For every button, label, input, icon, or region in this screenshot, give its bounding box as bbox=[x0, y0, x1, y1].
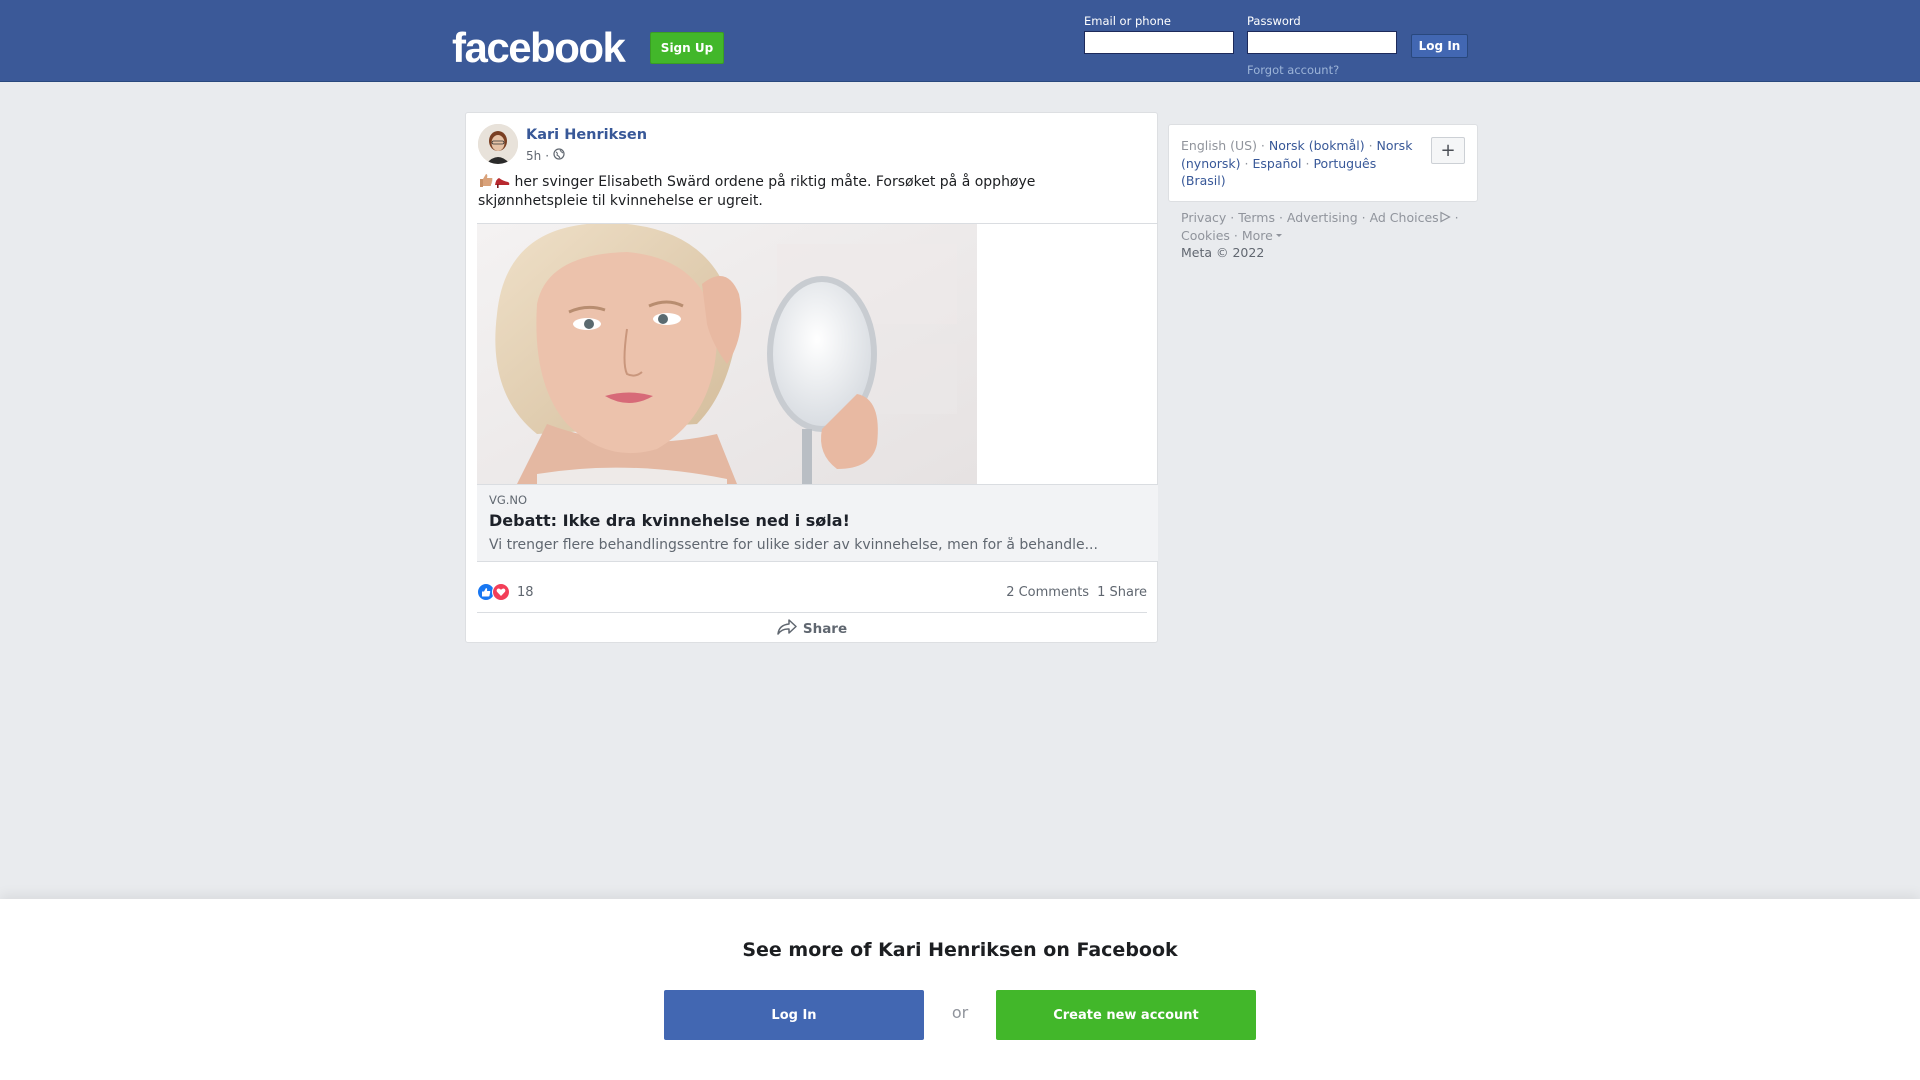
language-list: English (US) · Norsk (bokmål) · Norsk (n… bbox=[1181, 138, 1413, 188]
create-account-button[interactable]: Create new account bbox=[996, 990, 1256, 1040]
ad-choices-icon bbox=[1439, 210, 1451, 225]
post-meta: 5h · bbox=[526, 148, 565, 163]
copyright: Meta © 2022 bbox=[1181, 245, 1265, 260]
signup-button[interactable]: Sign Up bbox=[650, 32, 724, 64]
avatar[interactable] bbox=[478, 124, 518, 164]
link-description: Vi trenger flere behandlingssentre for u… bbox=[489, 537, 1098, 553]
link-preview-image[interactable] bbox=[477, 224, 977, 484]
language-current: English (US) bbox=[1181, 138, 1257, 153]
link-title[interactable]: Debatt: Ikke dra kvinnehelse ned i søla! bbox=[489, 511, 1146, 530]
shares-count[interactable]: 1 Share bbox=[1097, 585, 1147, 600]
share-button-label: Share bbox=[802, 621, 848, 637]
forgot-account-link[interactable]: Forgot account? bbox=[1247, 63, 1339, 77]
banner-title: See more of Kari Henriksen on Facebook bbox=[742, 939, 1178, 961]
share-icon bbox=[777, 619, 797, 639]
meta-separator: · bbox=[545, 148, 550, 163]
password-label: Password bbox=[1247, 14, 1301, 28]
thumbs-up-emoji-icon bbox=[478, 172, 494, 188]
post-stats: 2 Comments 1 Share bbox=[1006, 585, 1147, 600]
love-icon[interactable] bbox=[492, 583, 510, 601]
footer-link-terms[interactable]: Terms bbox=[1238, 210, 1275, 225]
login-prompt-banner: See more of Kari Henriksen on Facebook L… bbox=[0, 899, 1920, 1080]
email-block: Email or phone bbox=[1084, 14, 1234, 54]
email-label: Email or phone bbox=[1084, 14, 1171, 28]
link-preview-info[interactable]: VG.NO Debatt: Ikke dra kvinnehelse ned i… bbox=[477, 484, 1158, 562]
chevron-down-icon bbox=[1273, 228, 1283, 243]
post-author[interactable]: Kari Henriksen bbox=[526, 127, 647, 143]
globe-icon bbox=[553, 148, 565, 163]
post-card: Kari Henriksen 5h · her svinger Elisabet… bbox=[465, 112, 1158, 643]
footer-link-privacy[interactable]: Privacy bbox=[1181, 210, 1226, 225]
share-button[interactable]: Share bbox=[477, 614, 1147, 644]
reaction-count[interactable]: 18 bbox=[517, 585, 534, 600]
high-heel-emoji-icon bbox=[494, 172, 510, 188]
password-field[interactable] bbox=[1247, 31, 1397, 54]
link-domain: VG.NO bbox=[489, 493, 528, 507]
reactions-bar: 18 2 Comments 1 Share bbox=[477, 572, 1147, 613]
email-field[interactable] bbox=[1084, 31, 1234, 54]
link-preview[interactable]: VG.NO Debatt: Ikke dra kvinnehelse ned i… bbox=[477, 223, 1158, 572]
post-time[interactable]: 5h bbox=[526, 149, 541, 163]
language-option[interactable]: Norsk (bokmål) bbox=[1269, 138, 1365, 153]
password-block: Password bbox=[1247, 14, 1397, 54]
facebook-logo[interactable]: facebook bbox=[452, 24, 626, 72]
footer-link-more[interactable]: More bbox=[1242, 228, 1273, 243]
post-text: her svinger Elisabeth Swärd ordene på ri… bbox=[478, 172, 1098, 211]
post-body-text: her svinger Elisabeth Swärd ordene på ri… bbox=[478, 174, 1036, 209]
footer-links: Privacy · Terms · Advertising · Ad Choic… bbox=[1181, 210, 1459, 243]
language-option[interactable]: Español bbox=[1252, 156, 1301, 171]
footer-link-advertising[interactable]: Advertising bbox=[1287, 210, 1358, 225]
header-login-button[interactable]: Log In bbox=[1411, 34, 1468, 58]
comments-count[interactable]: 2 Comments bbox=[1006, 585, 1089, 600]
language-selector: English (US) · Norsk (bokmål) · Norsk (n… bbox=[1168, 124, 1478, 202]
footer-link-ad-choices[interactable]: Ad Choices bbox=[1370, 210, 1439, 225]
banner-login-button[interactable]: Log In bbox=[664, 990, 924, 1040]
banner-or-text: or bbox=[951, 1003, 969, 1022]
top-navbar: facebook Sign Up Email or phone Password… bbox=[0, 0, 1920, 82]
more-languages-button[interactable]: + bbox=[1431, 137, 1465, 164]
footer-link-cookies[interactable]: Cookies bbox=[1181, 228, 1230, 243]
